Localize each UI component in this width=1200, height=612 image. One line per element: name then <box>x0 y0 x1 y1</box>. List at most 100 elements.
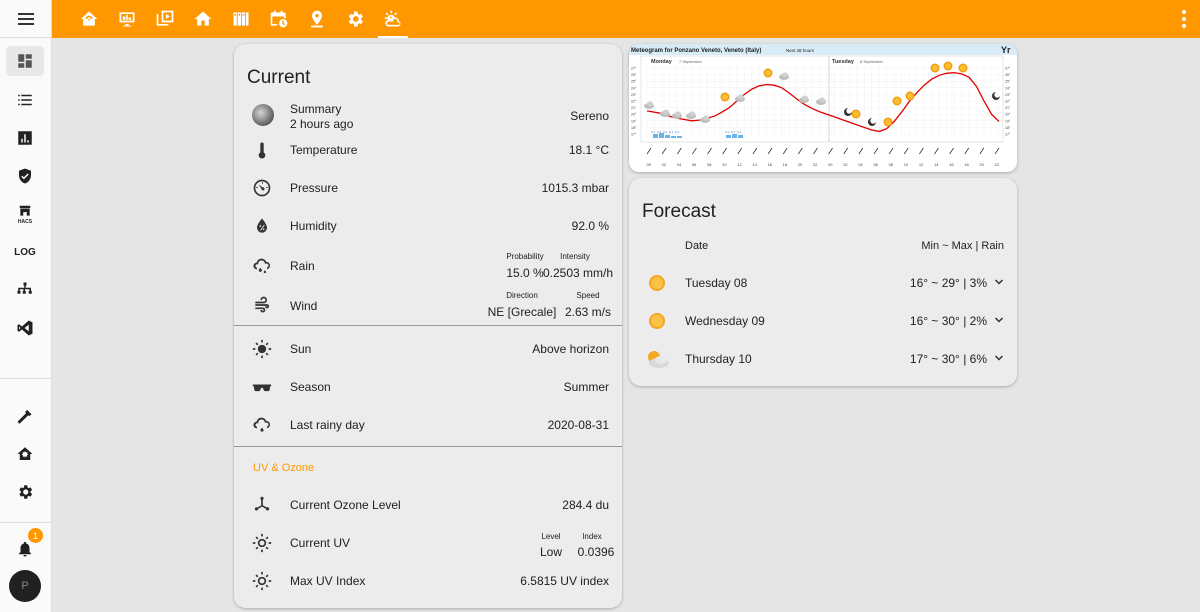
sun-symbol <box>945 63 951 69</box>
sidebar-item-notifications[interactable]: 1 <box>6 528 44 564</box>
wind-arrow <box>858 147 864 155</box>
x-tick-label: 12 <box>737 162 742 167</box>
network-icon <box>17 282 32 294</box>
x-tick-label: 02 <box>843 162 848 167</box>
humidity-row[interactable]: Humidity 92.0 % <box>234 207 622 245</box>
y-tick-left: 26° <box>631 73 637 77</box>
ozone-label: Current Ozone Level <box>290 498 401 512</box>
sun-symbol <box>765 70 771 76</box>
sun-outline-icon <box>252 533 272 553</box>
weather-partly-cloudy-icon <box>384 10 401 27</box>
pressure-row[interactable]: Pressure 1015.3 mbar <box>234 169 622 207</box>
sidebar-item-vscode[interactable] <box>6 313 44 343</box>
gauge-icon <box>253 179 271 197</box>
sidebar-item-supervisor[interactable] <box>6 439 44 469</box>
x-tick-label: 04 <box>858 162 863 167</box>
rain-row[interactable]: Rain Probability 15.0 % Intensity 0.2503… <box>234 245 622 285</box>
chevron-down-icon[interactable] <box>993 314 1005 326</box>
sun-row[interactable]: Sun Above horizon <box>234 330 622 368</box>
settings-icon <box>19 485 33 499</box>
x-tick-label: 18 <box>783 162 788 167</box>
last-rainy-day-value: 2020-08-31 <box>547 418 609 432</box>
wind-arrow <box>949 147 954 155</box>
rain-label: 0.1 <box>669 130 674 134</box>
max-uv-row[interactable]: Max UV Index 6.5815 UV index <box>234 562 622 600</box>
x-tick-label: 10 <box>722 162 727 167</box>
more-options-button[interactable] <box>1182 10 1186 28</box>
section-divider <box>234 325 622 326</box>
sidebar-toggle-button[interactable] <box>0 0 52 38</box>
cloud-symbol <box>738 94 744 100</box>
home-icon <box>194 11 212 26</box>
summary-row[interactable]: Summary 2 hours ago Sereno <box>234 96 622 136</box>
sidebar-item-log[interactable]: LOG <box>6 237 44 267</box>
x-tick-label: 02 <box>662 162 667 167</box>
wind-row[interactable]: Wind Direction NE [Grecale] Speed 2.63 m… <box>234 284 622 324</box>
sunny-icon <box>643 309 671 333</box>
server-icon <box>233 12 249 26</box>
rain-label: 0.1 <box>657 130 662 134</box>
forecast-row[interactable]: Tuesday 08 16° ~ 29° | 3% <box>629 264 1017 302</box>
current-uv-row[interactable]: Current UV Level Low Index 0.0396 <box>234 524 622 564</box>
rain-bar <box>677 136 682 138</box>
sidebar-item-network[interactable] <box>6 275 44 305</box>
summary-label: Summary <box>290 102 342 116</box>
season-row[interactable]: Season Summer <box>234 368 622 406</box>
forecast-row[interactable]: Wednesday 09 16° ~ 30° | 2% <box>629 302 1017 340</box>
sidebar-item-history[interactable] <box>6 123 44 153</box>
meteogram-card[interactable]: Meteogram for Ponzano Veneto, Veneto (It… <box>629 44 1017 172</box>
tab-map[interactable] <box>298 0 336 38</box>
wind-arrow <box>722 147 727 155</box>
y-tick-right: 25° <box>1005 80 1011 84</box>
gear-icon <box>348 11 363 27</box>
supervisor-icon <box>17 447 33 460</box>
x-tick-label: 12 <box>919 162 924 167</box>
wind-speed-value: 2.63 m/s <box>564 305 612 319</box>
yr-logo: Yr <box>1001 45 1011 55</box>
x-tick-label: 08 <box>707 162 712 167</box>
tab-server[interactable] <box>222 0 260 38</box>
tab-settings[interactable] <box>336 0 374 38</box>
sidebar-item-hacs[interactable]: HACS <box>6 199 44 229</box>
forecast-title: Forecast <box>642 201 716 222</box>
tab-home-automation[interactable] <box>70 0 108 38</box>
wind-arrow <box>994 147 1000 155</box>
chevron-down-icon[interactable] <box>993 352 1005 364</box>
temperature-row[interactable]: Temperature 18.1 °C <box>234 131 622 169</box>
user-avatar[interactable]: P <box>9 570 41 602</box>
chevron-down-icon[interactable] <box>993 276 1005 288</box>
vscode-icon <box>17 320 33 336</box>
tab-media[interactable] <box>146 0 184 38</box>
tab-monitor[interactable] <box>108 0 146 38</box>
y-tick-left: 24° <box>631 86 637 90</box>
wind-arrow <box>737 147 743 155</box>
uv-index-header: Index <box>582 532 602 541</box>
tab-home[interactable] <box>184 0 222 38</box>
forecast-row[interactable]: Thursday 10 17° ~ 30° | 6% <box>629 340 1017 378</box>
sunglasses-icon <box>252 384 272 392</box>
sidebar-item-logbook[interactable] <box>6 85 44 115</box>
x-tick-label: 16 <box>949 162 954 167</box>
forecast-day: Wednesday 09 <box>685 314 765 328</box>
weather-rainy-outline-icon <box>253 417 270 432</box>
sidebar: HACS LOG 1 P <box>0 38 52 612</box>
sun-symbol <box>960 65 966 71</box>
y-tick-right: 17° <box>1005 133 1011 137</box>
rain-label: Rain <box>290 259 315 273</box>
sidebar-item-settings[interactable] <box>6 477 44 507</box>
ozone-row[interactable]: Current Ozone Level 284.4 du <box>234 486 622 524</box>
day1-label: Monday <box>651 59 673 65</box>
x-tick-label: 10 <box>904 162 909 167</box>
sidebar-item-security[interactable] <box>6 161 44 191</box>
view-tabs <box>70 0 412 38</box>
y-tick-left: 23° <box>631 93 637 97</box>
sidebar-item-overview[interactable] <box>6 46 44 76</box>
x-tick-label: 00 <box>828 162 833 167</box>
last-rainy-day-row[interactable]: Last rainy day 2020-08-31 <box>234 406 622 444</box>
temperature-value: 18.1 °C <box>568 143 609 157</box>
sidebar-item-developer-tools[interactable] <box>6 401 44 431</box>
tab-weather[interactable] <box>374 0 412 38</box>
tab-calendar[interactable] <box>260 0 298 38</box>
rain-intensity-header: Intensity <box>560 252 590 261</box>
rain-bar <box>738 135 743 138</box>
